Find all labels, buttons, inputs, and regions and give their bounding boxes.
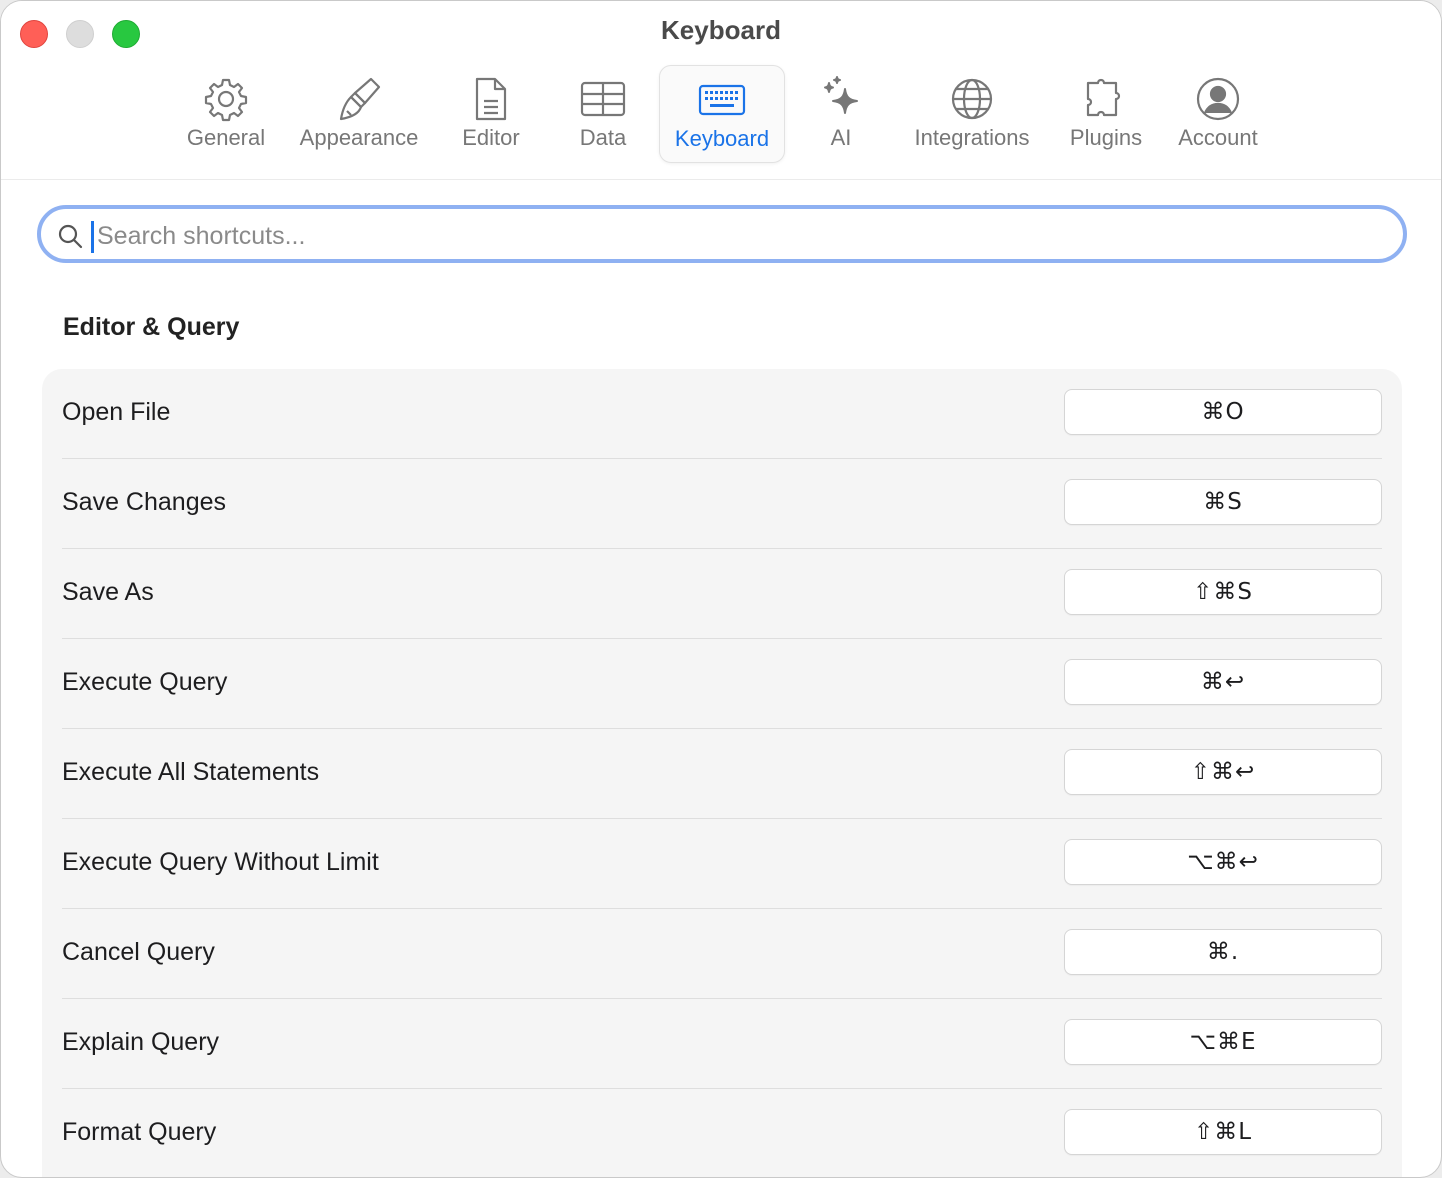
shortcut-key-field[interactable]: ⌘S — [1064, 479, 1382, 525]
tab-appearance[interactable]: Appearance — [291, 65, 427, 163]
section-title: Editor & Query — [63, 313, 240, 341]
search-icon — [57, 223, 83, 249]
shortcut-row: Save Changes ⌘S — [62, 459, 1382, 549]
window-title: Keyboard — [661, 15, 781, 45]
keyboard-icon — [698, 76, 746, 124]
person-circle-icon — [1194, 75, 1242, 123]
tab-editor[interactable]: Editor — [446, 65, 536, 163]
shortcut-row: Format Query ⇧⌘L — [62, 1089, 1382, 1177]
tab-plugins[interactable]: Plugins — [1061, 65, 1151, 163]
shortcut-row: Cancel Query ⌘. — [62, 909, 1382, 999]
globe-icon — [948, 75, 996, 123]
puzzle-icon — [1082, 75, 1130, 123]
tab-integrations[interactable]: Integrations — [901, 65, 1043, 163]
shortcut-key-field[interactable]: ⌥⌘↩ — [1064, 839, 1382, 885]
shortcut-row: Explain Query ⌥⌘E — [62, 999, 1382, 1089]
search-input[interactable] — [95, 214, 1379, 258]
tab-ai[interactable]: AI — [806, 65, 876, 163]
tab-data[interactable]: Data — [561, 65, 645, 163]
shortcut-key-field[interactable]: ⇧⌘↩ — [1064, 749, 1382, 795]
shortcut-key-field[interactable]: ⌘O — [1064, 389, 1382, 435]
shortcut-key-field[interactable]: ⌘. — [1064, 929, 1382, 975]
shortcut-row: Execute Query Without Limit ⌥⌘↩ — [62, 819, 1382, 909]
text-caret — [91, 221, 94, 253]
settings-tabs: General Appearance Editor Data Keyboard … — [1, 65, 1441, 165]
paintbrush-icon — [335, 75, 383, 123]
shortcuts-list: Open File ⌘O Save Changes ⌘S Save As ⇧⌘S… — [42, 369, 1402, 1177]
shortcut-row: Save As ⇧⌘S — [62, 549, 1382, 639]
shortcut-key-field[interactable]: ⌘↩ — [1064, 659, 1382, 705]
search-field[interactable] — [37, 205, 1407, 263]
tab-keyboard[interactable]: Keyboard — [659, 65, 785, 163]
settings-window: Keyboard General Appearance Editor Data … — [0, 0, 1442, 1178]
tab-general[interactable]: General — [176, 65, 276, 163]
shortcut-key-field[interactable]: ⌥⌘E — [1064, 1019, 1382, 1065]
table-icon — [579, 75, 627, 123]
shortcut-row: Open File ⌘O — [62, 369, 1382, 459]
shortcut-row: Execute All Statements ⇧⌘↩ — [62, 729, 1382, 819]
shortcut-key-field[interactable]: ⇧⌘L — [1064, 1109, 1382, 1155]
toolbar: Keyboard General Appearance Editor Data … — [1, 1, 1441, 180]
shortcut-row: Execute Query ⌘↩ — [62, 639, 1382, 729]
gear-icon — [202, 75, 250, 123]
shortcut-key-field[interactable]: ⇧⌘S — [1064, 569, 1382, 615]
tab-account[interactable]: Account — [1166, 65, 1270, 163]
sparkles-icon — [817, 75, 865, 123]
document-icon — [467, 75, 515, 123]
